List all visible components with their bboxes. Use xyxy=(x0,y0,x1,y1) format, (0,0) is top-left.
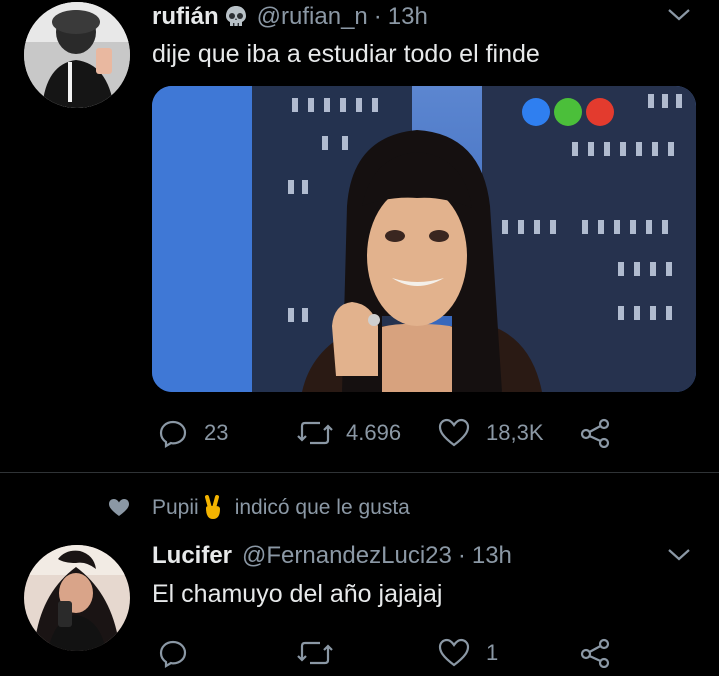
separator: · xyxy=(457,542,466,569)
heart-icon xyxy=(438,418,470,448)
like-button[interactable]: 18,3K xyxy=(438,418,544,448)
social-context[interactable]: Pupii indicó que le gusta xyxy=(108,494,410,522)
heart-icon xyxy=(438,638,470,668)
social-action: indicó que le gusta xyxy=(234,496,410,519)
display-name[interactable]: rufián xyxy=(152,3,219,31)
timestamp[interactable]: 13h xyxy=(388,3,428,31)
tweet-text: dije que iba a estudiar todo el finde xyxy=(152,40,540,68)
avatar[interactable] xyxy=(24,545,130,651)
reply-icon xyxy=(158,638,188,668)
like-button[interactable]: 1 xyxy=(438,638,498,668)
display-name[interactable]: Lucifer xyxy=(152,542,232,570)
retweet-button[interactable] xyxy=(296,638,334,673)
handle[interactable]: @rufian_n xyxy=(257,3,368,31)
retweet-icon xyxy=(296,418,334,448)
timestamp[interactable]: 13h xyxy=(472,542,512,570)
retweet-button[interactable]: 4.696 xyxy=(296,418,401,448)
tweet-text: El chamuyo del año jajajaj xyxy=(152,580,443,608)
divider xyxy=(0,472,719,473)
heart-filled-icon xyxy=(108,498,130,518)
reply-button[interactable] xyxy=(158,638,188,673)
tweet-header: rufián @rufian_n · 13h xyxy=(152,1,428,33)
skull-icon xyxy=(223,4,249,30)
victory-hand-icon xyxy=(201,495,225,521)
chevron-down-icon[interactable] xyxy=(666,544,692,564)
like-count: 18,3K xyxy=(486,420,544,445)
tweet-media[interactable] xyxy=(152,86,696,392)
separator: · xyxy=(373,3,382,30)
reply-icon xyxy=(158,418,188,448)
share-icon[interactable] xyxy=(580,418,610,449)
retweet-count: 4.696 xyxy=(346,420,402,445)
handle[interactable]: @FernandezLuci23 xyxy=(242,542,452,570)
like-count: 1 xyxy=(486,640,499,665)
chevron-down-icon[interactable] xyxy=(666,4,692,24)
tweet-header: Lucifer @FernandezLuci23 · 13h xyxy=(152,540,512,572)
channel-logo xyxy=(522,98,614,126)
retweet-icon xyxy=(296,638,334,668)
share-icon[interactable] xyxy=(580,638,610,669)
reply-button[interactable]: 23 xyxy=(158,418,228,448)
social-name[interactable]: Pupii xyxy=(152,496,199,520)
reply-count: 23 xyxy=(204,420,229,445)
avatar[interactable] xyxy=(24,2,130,108)
